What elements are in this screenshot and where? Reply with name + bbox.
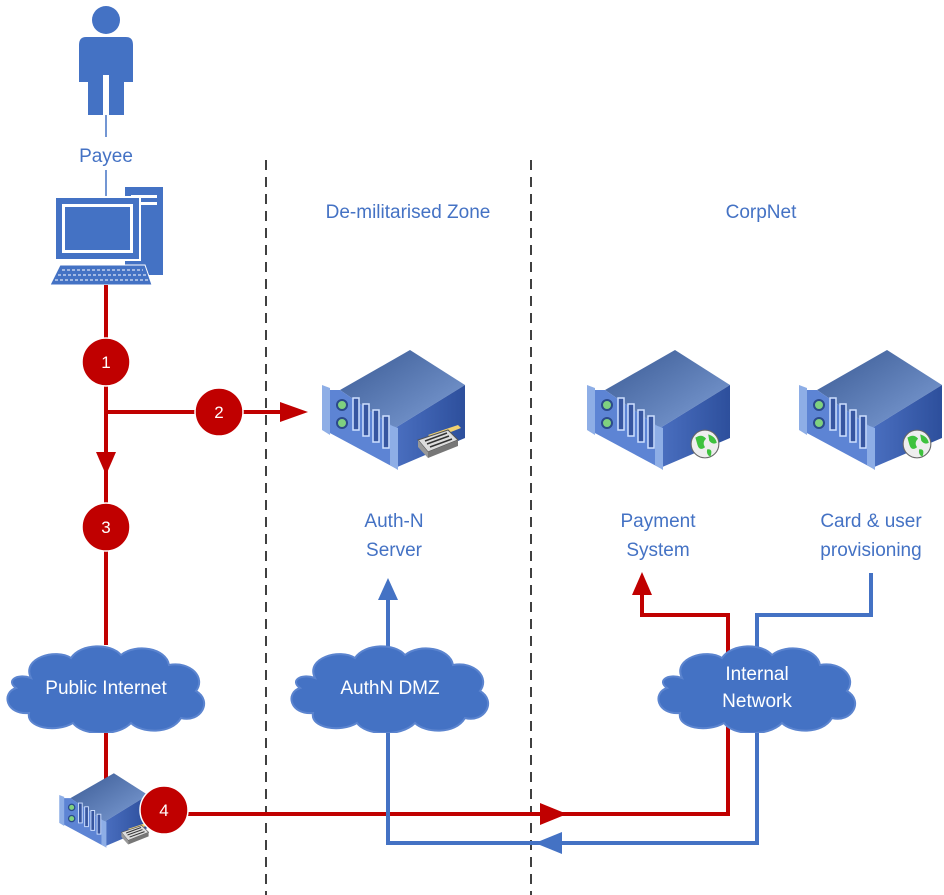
arrow-right-icon [540, 803, 567, 825]
globe-icon [902, 429, 932, 459]
step-badge-1: 1 [81, 337, 131, 387]
arrow-up-icon [632, 572, 652, 595]
arrow-up-icon [378, 578, 398, 600]
cloud-label-public: Public Internet [45, 678, 167, 699]
svg-text:1: 1 [101, 353, 110, 372]
server-label-provisioning-2: provisioning [820, 540, 921, 561]
svg-text:4: 4 [159, 801, 168, 820]
person-icon [79, 6, 133, 115]
globe-icon [690, 429, 720, 459]
arrow-left-icon [535, 832, 562, 854]
architecture-diagram: De-militarised Zone CorpNet Payee Public… [6, 6, 942, 895]
actor-label: Payee [79, 146, 133, 167]
svg-text:3: 3 [101, 518, 110, 537]
step-badge-2: 2 [194, 387, 244, 437]
zone-label-dmz: De-militarised Zone [326, 202, 491, 223]
svg-text:2: 2 [214, 403, 223, 422]
cloud-label-dmz: AuthN DMZ [340, 678, 440, 699]
server-label-authn-2: Server [366, 540, 423, 561]
cloud-label-internal-2: Network [722, 691, 792, 712]
step-badge-4: 4 [139, 785, 189, 835]
server-label-payment-1: Payment [621, 511, 697, 532]
server-label-provisioning-1: Card & user [820, 511, 922, 532]
arrow-right-icon [280, 402, 308, 422]
server-label-authn-1: Auth-N [364, 511, 423, 532]
zone-label-corpnet: CorpNet [726, 202, 797, 223]
server-label-payment-2: System [626, 540, 689, 561]
computer-icon [49, 187, 163, 286]
arrow-down-icon [96, 452, 116, 475]
step-badge-3: 3 [81, 502, 131, 552]
cloud-label-internal-1: Internal [725, 664, 788, 685]
cloud-icon-internal-network [657, 645, 857, 733]
server-icon-authn [321, 350, 465, 470]
